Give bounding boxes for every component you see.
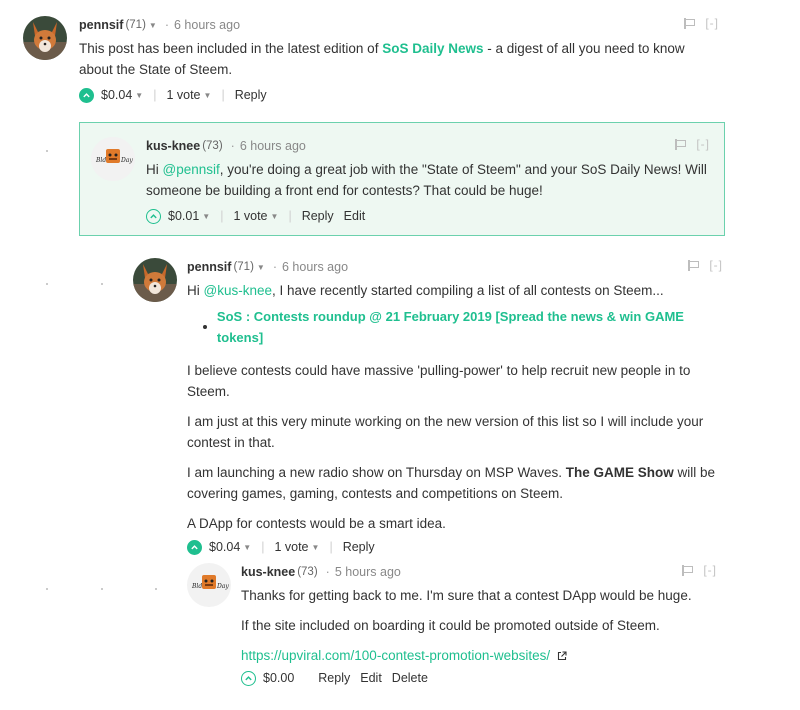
comment-body: Thanks for getting back to me. I'm sure … <box>241 585 717 666</box>
flag-icon[interactable] <box>682 564 693 576</box>
paragraph: Thanks for getting back to me. I'm sure … <box>241 588 692 603</box>
svg-text:Day: Day <box>216 583 229 590</box>
payout-amount[interactable]: $0.00 <box>263 671 294 685</box>
external-link-icon <box>557 651 567 661</box>
delete-button[interactable]: Delete <box>392 671 428 685</box>
avatar[interactable]: Bld Day <box>187 563 231 607</box>
author-name[interactable]: kus-knee <box>241 565 295 579</box>
comment: Bld Day kus-knee (73) · 5 hours ago [-] … <box>0 0 800 700</box>
edit-button[interactable]: Edit <box>360 671 382 685</box>
upvote-button[interactable] <box>241 670 256 686</box>
paragraph: https://upviral.com/100-contest-promotio… <box>241 645 717 666</box>
timestamp[interactable]: 5 hours ago <box>335 565 401 579</box>
comment-footer: $0.00 Reply Edit Delete <box>241 668 717 688</box>
svg-text:Bld: Bld <box>191 583 202 590</box>
external-link[interactable]: https://upviral.com/100-contest-promotio… <box>241 648 550 663</box>
separator-dot: · <box>325 565 330 579</box>
reply-button[interactable]: Reply <box>318 671 350 685</box>
paragraph: If the site included on boarding it coul… <box>241 618 660 633</box>
collapse-toggle[interactable]: [-] <box>703 563 717 577</box>
author-reputation: (73) <box>297 566 318 578</box>
comment-header: kus-knee (73) · 5 hours ago [-] <box>241 563 717 581</box>
